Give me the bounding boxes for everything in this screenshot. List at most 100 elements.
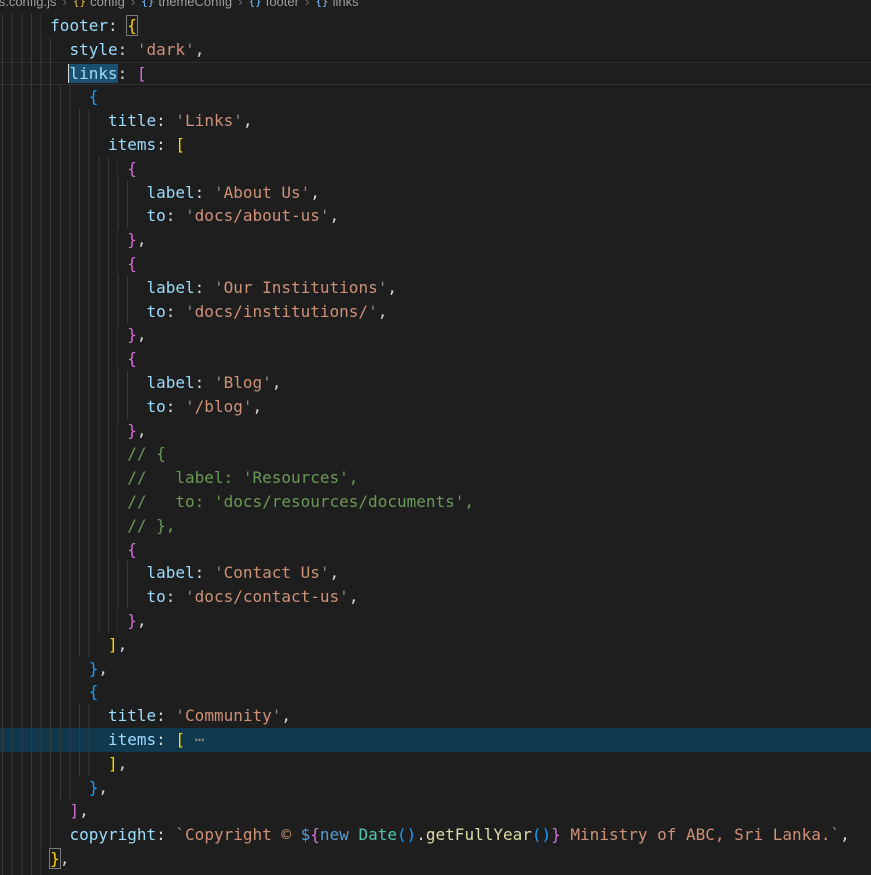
- code-token: {: [127, 159, 137, 178]
- code-line[interactable]: {: [0, 538, 871, 562]
- code-token: ': [368, 302, 378, 321]
- breadcrumb-item-footer[interactable]: {}footer: [248, 0, 299, 9]
- code-token: ': [320, 206, 330, 225]
- code-line[interactable]: ],: [0, 752, 871, 776]
- code-line[interactable]: items: [ ⋯: [0, 728, 871, 752]
- code-token: ': [339, 587, 349, 606]
- breadcrumb-separator: ›: [305, 0, 309, 9]
- code-line[interactable]: {: [0, 252, 871, 276]
- code-line[interactable]: },: [0, 609, 871, 633]
- breadcrumb-item-themeconfig[interactable]: {} themeConfig: [141, 0, 232, 9]
- code-token: ,: [330, 206, 340, 225]
- code-line[interactable]: // label: 'Resources',: [0, 466, 871, 490]
- code-line[interactable]: to: 'docs/contact-us',: [0, 585, 871, 609]
- code-token: ': [262, 373, 272, 392]
- code-token: /blog: [195, 397, 243, 416]
- code-line[interactable]: },: [0, 419, 871, 443]
- code-line[interactable]: },: [0, 847, 871, 871]
- code-line[interactable]: to: '/blog',: [0, 395, 871, 419]
- code-token: }: [89, 659, 99, 678]
- code-token: }: [551, 825, 561, 844]
- code-token: :: [108, 16, 127, 35]
- code-token: :: [118, 64, 137, 83]
- folded-code-ellipsis[interactable]: ⋯: [195, 730, 205, 749]
- code-token: Contact Us: [224, 563, 320, 582]
- code-line[interactable]: to: 'docs/institutions/',: [0, 300, 871, 324]
- code-editor[interactable]: footer: { style: 'dark', links: [ { titl…: [0, 12, 871, 875]
- code-line[interactable]: links: [: [0, 62, 871, 86]
- code-token: {: [89, 87, 99, 106]
- breadcrumb-item-config[interactable]: {}config: [73, 0, 125, 9]
- code-line[interactable]: label: 'Blog',: [0, 371, 871, 395]
- code-token: ,: [310, 183, 320, 202]
- code-token: to: [147, 587, 166, 606]
- code-line[interactable]: ],: [0, 799, 871, 823]
- code-token: ': [233, 111, 243, 130]
- code-line[interactable]: label: 'Our Institutions',: [0, 276, 871, 300]
- code-line[interactable]: // {: [0, 442, 871, 466]
- breadcrumb-separator: ›: [131, 0, 135, 9]
- code-token: to: [147, 302, 166, 321]
- code-line[interactable]: copyright: `Copyright © ${new Date().get…: [0, 823, 871, 847]
- breadcrumb-item-links[interactable]: {}links: [315, 0, 358, 9]
- code-line[interactable]: title: 'Community',: [0, 704, 871, 728]
- code-token: `: [175, 825, 185, 844]
- code-line[interactable]: },: [0, 657, 871, 681]
- code-line[interactable]: },: [0, 776, 871, 800]
- code-line[interactable]: title: 'Links',: [0, 109, 871, 133]
- code-token: items: [108, 135, 156, 154]
- breadcrumb-file[interactable]: docusaurus.config.js: [0, 0, 57, 9]
- code-token: ,: [98, 778, 108, 797]
- code-token: ,: [118, 754, 128, 773]
- code-token: :: [195, 278, 214, 297]
- code-token: `: [831, 825, 841, 844]
- code-token: docs/contact-us: [195, 587, 340, 606]
- symbol-icon: {}: [141, 0, 154, 8]
- code-token: ': [175, 706, 185, 725]
- code-token: to: [147, 206, 166, 225]
- code-line[interactable]: items: [: [0, 133, 871, 157]
- code-token: ,: [60, 849, 70, 868]
- code-line[interactable]: },: [0, 228, 871, 252]
- code-line[interactable]: {: [0, 680, 871, 704]
- code-token: ,: [330, 563, 340, 582]
- code-token: :: [166, 397, 185, 416]
- code-line[interactable]: prism: {: [0, 871, 871, 875]
- code-line[interactable]: },: [0, 323, 871, 347]
- code-line[interactable]: {: [0, 85, 871, 109]
- code-token: {: [127, 540, 137, 559]
- code-token: ]: [108, 635, 118, 654]
- code-token: // label: 'Resources',: [127, 468, 358, 487]
- code-token: // {: [127, 444, 166, 463]
- code-line[interactable]: // to: 'docs/resources/documents',: [0, 490, 871, 514]
- code-line[interactable]: label: 'Contact Us',: [0, 561, 871, 585]
- code-token: ,: [98, 659, 108, 678]
- code-token: {: [127, 16, 137, 35]
- code-token: {: [127, 254, 137, 273]
- code-token: getFullYear: [426, 825, 532, 844]
- code-token: ': [214, 183, 224, 202]
- code-token: :: [156, 706, 175, 725]
- code-line[interactable]: footer: {: [0, 14, 871, 38]
- code-line[interactable]: ],: [0, 633, 871, 657]
- code-token: :: [195, 373, 214, 392]
- code-token: ,: [137, 230, 147, 249]
- code-token: label: [147, 278, 195, 297]
- code-line[interactable]: // },: [0, 514, 871, 538]
- code-token: ,: [137, 611, 147, 630]
- breadcrumb-item-label: themeConfig: [158, 0, 232, 9]
- code-token: ': [185, 40, 195, 59]
- code-token: docs/institutions/: [195, 302, 368, 321]
- code-token: ,: [79, 801, 89, 820]
- code-token: new: [320, 825, 349, 844]
- code-line[interactable]: {: [0, 157, 871, 181]
- breadcrumb-item-label: links: [333, 0, 359, 9]
- code-line[interactable]: {: [0, 347, 871, 371]
- code-line[interactable]: to: 'docs/about-us',: [0, 204, 871, 228]
- code-token: ': [185, 397, 195, 416]
- code-token: Blog: [224, 373, 263, 392]
- code-line[interactable]: label: 'About Us',: [0, 181, 871, 205]
- code-line[interactable]: style: 'dark',: [0, 38, 871, 62]
- code-token: copyright: [69, 825, 156, 844]
- code-token: {: [127, 349, 137, 368]
